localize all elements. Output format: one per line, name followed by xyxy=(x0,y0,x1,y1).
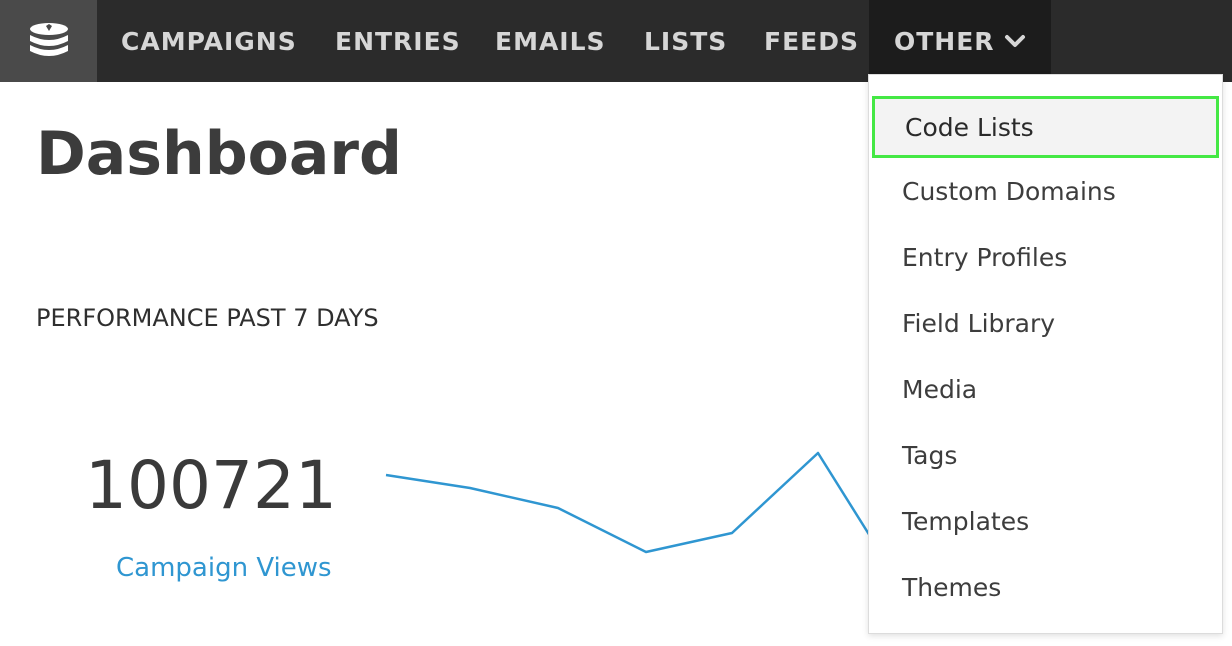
other-dropdown-menu: Code Lists Custom Domains Entry Profiles… xyxy=(868,74,1223,634)
menu-item-label: Themes xyxy=(902,572,1002,602)
database-stack-icon xyxy=(29,23,68,56)
nav-entries-label: ENTRIES xyxy=(335,26,461,56)
nav-entries[interactable]: ENTRIES xyxy=(335,0,461,82)
nav-campaigns-label: CAMPAIGNS xyxy=(121,26,297,56)
campaign-views-value: 100721 xyxy=(85,447,337,524)
chevron-down-icon xyxy=(1005,35,1025,47)
nav-emails-label: EMAILS xyxy=(495,26,606,56)
menu-item-label: Media xyxy=(902,374,978,404)
menu-item-label: Templates xyxy=(902,506,1030,536)
menu-item-label: Custom Domains xyxy=(902,176,1116,206)
menu-item-field-library[interactable]: Field Library xyxy=(869,290,1222,356)
menu-item-entry-profiles[interactable]: Entry Profiles xyxy=(869,224,1222,290)
nav-lists[interactable]: LISTS xyxy=(644,0,727,82)
sparkline-series xyxy=(385,451,872,554)
menu-item-label: Code Lists xyxy=(905,112,1034,142)
menu-item-custom-domains[interactable]: Custom Domains xyxy=(869,158,1222,224)
performance-sparkline xyxy=(385,451,872,554)
menu-item-code-lists[interactable]: Code Lists xyxy=(872,96,1219,158)
nav-campaigns[interactable]: CAMPAIGNS xyxy=(121,0,297,82)
nav-lists-label: LISTS xyxy=(644,26,728,56)
nav-feeds-label: FEEDS xyxy=(764,26,859,56)
nav-other-label: OTHER xyxy=(894,26,995,56)
nav-other-dropdown-toggle[interactable]: OTHER xyxy=(869,0,1051,82)
menu-item-media[interactable]: Media xyxy=(869,356,1222,422)
nav-emails[interactable]: EMAILS xyxy=(495,0,606,82)
performance-section-label: PERFORMANCE PAST 7 DAYS xyxy=(36,304,379,332)
menu-item-tags[interactable]: Tags xyxy=(869,422,1222,488)
menu-item-label: Entry Profiles xyxy=(902,242,1068,272)
campaign-views-link[interactable]: Campaign Views xyxy=(116,550,332,586)
menu-item-label: Field Library xyxy=(902,308,1056,338)
top-navigation-bar: CAMPAIGNS ENTRIES EMAILS LISTS FEEDS OTH… xyxy=(0,0,1232,82)
home-logo[interactable] xyxy=(0,0,97,82)
menu-item-label: Tags xyxy=(902,440,958,470)
menu-item-templates[interactable]: Templates xyxy=(869,488,1222,554)
menu-item-themes[interactable]: Themes xyxy=(869,554,1222,620)
nav-feeds[interactable]: FEEDS xyxy=(764,0,859,82)
page-title: Dashboard xyxy=(36,119,402,189)
